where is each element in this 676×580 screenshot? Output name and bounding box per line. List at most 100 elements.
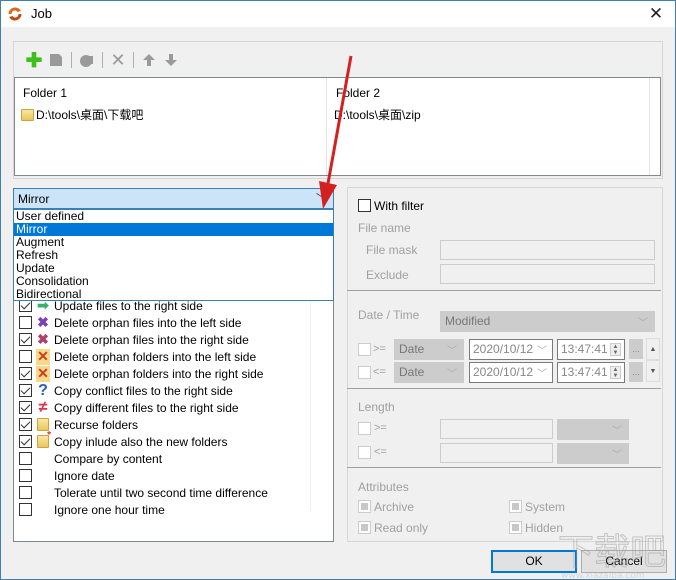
date-le-checkbox[interactable] — [358, 366, 371, 379]
job-dialog: Job ✕ ✚ ✕ Folder 1 D:\tools\桌面\下载吧 Folde… — [0, 0, 676, 580]
copy-icon — [80, 55, 93, 67]
system-label: System — [525, 500, 566, 514]
option-label: Ignore one hour time — [54, 502, 165, 517]
toolbar: ✚ ✕ — [23, 49, 182, 72]
option-checkbox[interactable] — [19, 503, 32, 516]
length-ge-checkbox[interactable] — [358, 422, 371, 435]
archive-checkbox[interactable] — [358, 500, 371, 513]
option-checkbox[interactable] — [19, 333, 32, 346]
length-label: Length — [358, 400, 395, 414]
option-label: Compare by content — [54, 451, 163, 466]
length-le-checkbox[interactable] — [358, 446, 371, 459]
archive-label: Archive — [374, 500, 415, 514]
exclude-input[interactable] — [440, 264, 655, 284]
option-checkbox[interactable] — [19, 452, 32, 465]
length-le-unit-select[interactable]: ﹀ — [557, 443, 629, 464]
option-checkbox[interactable] — [19, 384, 32, 397]
with-filter-checkbox[interactable] — [358, 199, 371, 212]
delete-icon: ✕ — [110, 49, 126, 70]
ge-label: >= — [373, 343, 386, 355]
close-button[interactable]: ✕ — [643, 3, 669, 25]
option-row[interactable]: Tolerate until two second time differenc… — [19, 484, 309, 501]
option-checkbox[interactable] — [19, 367, 32, 380]
scroll-down-button[interactable]: ▼ — [646, 360, 660, 382]
mode-option-user-defined[interactable]: User defined — [14, 210, 333, 223]
cancel-button[interactable]: Cancel — [581, 550, 667, 573]
option-checkbox[interactable] — [19, 486, 32, 499]
option-label: Recurse folders — [54, 417, 139, 432]
datetime-type-select[interactable]: Modified ﹀ — [440, 311, 655, 332]
add-button[interactable]: ✚ — [23, 49, 45, 72]
edit-button[interactable] — [45, 49, 67, 71]
copy-button[interactable] — [76, 49, 98, 71]
folder1-path-item[interactable]: D:\tools\桌面\下载吧 — [21, 106, 143, 123]
folder-pair-list[interactable]: Folder 1 D:\tools\桌面\下载吧 Folder 2 D:\too… — [14, 77, 661, 176]
divider — [347, 467, 661, 468]
divider — [347, 388, 661, 389]
chevron-down-icon: ﹀ — [316, 193, 327, 205]
sync-mode-select[interactable]: Mirror ﹀ — [13, 188, 334, 209]
time-le-input[interactable]: 13:47:41 ▲ ▼ — [557, 362, 625, 383]
mode-option-refresh[interactable]: Refresh — [14, 249, 333, 262]
file-mask-label: File mask — [366, 243, 418, 257]
toolbar-separator — [71, 52, 72, 68]
option-checkbox[interactable] — [19, 418, 32, 431]
with-filter-label: With filter — [374, 199, 425, 213]
option-label: Ignore date — [54, 468, 115, 483]
mode-option-augment[interactable]: Augment — [14, 236, 333, 249]
folder1-header[interactable]: Folder 1 — [23, 86, 67, 100]
option-row[interactable]: * Copy inlude also the new folders — [19, 430, 309, 450]
date-le-more-button[interactable]: ... — [629, 362, 643, 382]
option-row[interactable]: Recurse folders — [19, 416, 309, 433]
sync-options-list: ➡ Update files to the right side ✖ Delet… — [19, 297, 309, 518]
date-ge-checkbox[interactable] — [358, 343, 371, 356]
sync-mode-value: Mirror — [18, 192, 50, 206]
date-ge-more-button[interactable]: ... — [629, 339, 643, 359]
plus-icon: ✚ — [25, 49, 43, 72]
delete-button[interactable]: ✕ — [107, 49, 129, 71]
file-name-label: File name — [358, 221, 411, 235]
system-checkbox[interactable] — [509, 500, 522, 513]
option-row[interactable]: ✖ Delete orphan files into the left side — [19, 314, 309, 331]
new-folder-icon: * — [34, 430, 52, 450]
option-row[interactable]: ✖ Delete orphan files into the right sid… — [19, 331, 309, 348]
option-checkbox[interactable] — [19, 435, 32, 448]
ok-button[interactable]: OK — [491, 550, 577, 573]
scroll-up-button[interactable]: ▲ — [646, 338, 660, 360]
option-row[interactable]: ✕ Delete orphan folders into the right s… — [19, 365, 309, 382]
time-ge-input[interactable]: 13:47:41 ▲ ▼ — [557, 339, 625, 360]
date-le-mode-select[interactable]: Date ﹀ — [394, 362, 464, 383]
option-checkbox[interactable] — [19, 350, 32, 363]
folder2-path-item[interactable]: D:\tools\桌面\zip — [334, 106, 421, 123]
length-ge-unit-select[interactable]: ﹀ — [557, 419, 629, 440]
option-row[interactable]: ≠ Copy different files to the right side — [19, 399, 309, 416]
file-mask-input[interactable] — [440, 240, 655, 260]
date-le-picker[interactable]: 2020/10/12 ﹀ — [469, 362, 553, 383]
readonly-checkbox[interactable] — [358, 521, 371, 534]
folder2-header[interactable]: Folder 2 — [336, 86, 380, 100]
attributes-label: Attributes — [358, 480, 409, 494]
mode-option-bidirectional[interactable]: Bidirectional — [14, 288, 333, 301]
option-checkbox[interactable] — [19, 469, 32, 482]
delete-left-icon: ✖ — [37, 314, 49, 330]
option-checkbox[interactable] — [19, 401, 32, 414]
option-row[interactable]: Compare by content — [19, 450, 309, 467]
option-row[interactable]: ✕ Delete orphan folders into the left si… — [19, 348, 309, 365]
hidden-checkbox[interactable] — [509, 521, 522, 534]
option-label: Delete orphan files into the left side — [54, 315, 242, 330]
length-ge-input[interactable] — [440, 419, 553, 439]
move-up-button[interactable] — [138, 49, 160, 71]
move-down-button[interactable] — [160, 49, 182, 71]
date-ge-picker[interactable]: 2020/10/12 ﹀ — [469, 339, 553, 360]
divider — [347, 290, 661, 291]
option-row[interactable]: Ignore one hour time — [19, 501, 309, 518]
folder2-column: Folder 2 D:\tools\桌面\zip — [328, 78, 650, 175]
option-checkbox[interactable] — [19, 316, 32, 329]
option-row[interactable]: Ignore date — [19, 467, 309, 484]
folder1-path: D:\tools\桌面\下载吧 — [36, 108, 144, 122]
date-ge-mode-select[interactable]: Date ﹀ — [394, 339, 464, 360]
spinner-icon[interactable]: ▲ ▼ — [610, 343, 621, 356]
option-row[interactable]: ? Copy conflict files to the right side — [19, 382, 309, 399]
length-le-input[interactable] — [440, 443, 553, 463]
spinner-icon[interactable]: ▲ ▼ — [610, 366, 621, 379]
